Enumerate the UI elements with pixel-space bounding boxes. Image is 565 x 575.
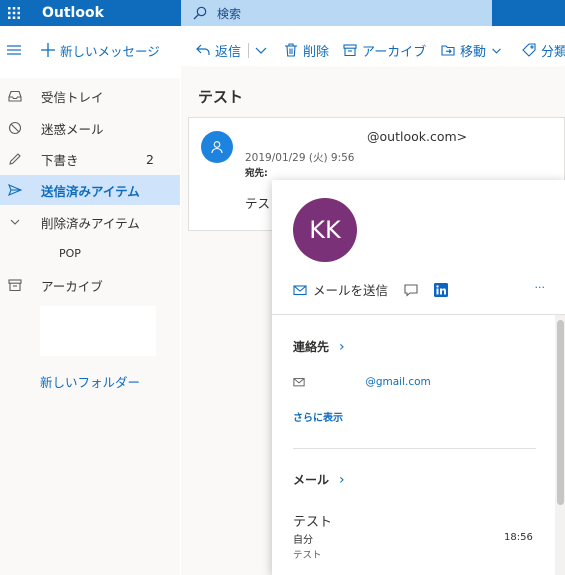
- new-folder-link[interactable]: 新しいフォルダー: [40, 372, 140, 391]
- blank-panel: [40, 306, 156, 356]
- divider: [248, 43, 249, 58]
- mail-time: 18:56: [504, 532, 533, 543]
- folder-deleted-items[interactable]: 削除済みアイテム: [0, 207, 180, 237]
- folder-count: 2: [146, 151, 154, 167]
- command-bar: 新しいメッセージ 返信 削除 アーカイブ 移動 分類: [0, 34, 565, 66]
- search-icon: [193, 6, 207, 20]
- scrollbar-thumb[interactable]: [557, 320, 564, 505]
- reply-options-button[interactable]: [254, 43, 273, 57]
- sender-avatar[interactable]: [201, 131, 233, 163]
- send-email-label: メールを送信: [313, 283, 389, 298]
- folder-label: 受信トレイ: [41, 89, 104, 105]
- new-message-button[interactable]: 新しいメッセージ: [41, 41, 160, 60]
- person-icon: [211, 141, 223, 154]
- delete-button[interactable]: 削除: [284, 41, 329, 60]
- folder-inbox[interactable]: 受信トレイ: [0, 81, 180, 111]
- folder-sent-items[interactable]: 送信済みアイテム: [0, 175, 180, 205]
- new-message-label: 新しいメッセージ: [60, 43, 160, 59]
- archive-button[interactable]: アーカイブ: [343, 41, 426, 60]
- search-placeholder: 検索: [217, 6, 242, 21]
- archive-icon: [343, 44, 357, 57]
- contact-email: @gmail.com: [365, 376, 431, 388]
- more-actions-button[interactable]: ···: [535, 281, 546, 294]
- contact-actions: メールを送信: [293, 280, 449, 299]
- recipient-line: 宛先:: [245, 165, 268, 179]
- show-more-link[interactable]: さらに表示: [293, 409, 343, 424]
- folder-pane: 受信トレイ 迷惑メール 下書き 2 送信済みアイテム 削除済みアイテム POP: [0, 78, 180, 575]
- app-brand[interactable]: Outlook: [42, 5, 166, 21]
- mail-heading: メール: [293, 473, 330, 487]
- categorize-label: 分類: [541, 44, 565, 60]
- inbox-icon: [8, 90, 22, 102]
- chevron-right-icon: ›: [339, 338, 345, 355]
- folder-drafts[interactable]: 下書き 2: [0, 144, 180, 174]
- chat-button[interactable]: [404, 283, 418, 297]
- move-folder-icon: [441, 45, 455, 56]
- reply-label: 返信: [215, 44, 242, 60]
- message-date: 2019/01/29 (火) 9:56: [245, 152, 355, 164]
- search-box[interactable]: 検索: [181, 0, 492, 26]
- app-launcher-button[interactable]: [0, 0, 28, 26]
- divider: [293, 448, 536, 449]
- trash-icon: [285, 43, 297, 57]
- contact-card: KK メールを送信 ··· 連絡先 › @gmail.com さらに表示 メール…: [272, 180, 565, 575]
- move-label: 移動: [460, 44, 487, 60]
- move-button[interactable]: 移動: [441, 41, 507, 60]
- chevron-down-icon: [492, 48, 501, 54]
- folder-label: 削除済みアイテム: [41, 215, 140, 231]
- folder-label: 下書き: [41, 152, 79, 168]
- folder-pop[interactable]: POP: [0, 238, 180, 268]
- chevron-down-icon: [255, 47, 267, 54]
- folder-label: POP: [59, 246, 81, 260]
- to-label: 宛先:: [245, 168, 268, 179]
- contact-email-row[interactable]: @gmail.com: [293, 376, 431, 388]
- chat-icon: [404, 283, 418, 297]
- folder-label: 迷惑メール: [41, 121, 104, 137]
- mail-subject: テスト: [293, 515, 333, 530]
- block-icon: [8, 121, 22, 135]
- divider: [272, 314, 565, 315]
- folder-archive[interactable]: アーカイブ: [0, 270, 180, 300]
- linkedin-button[interactable]: [434, 282, 449, 297]
- mail-sender: 自分: [293, 535, 313, 546]
- chevron-down-icon: [10, 219, 20, 225]
- contact-avatar: KK: [293, 198, 357, 262]
- reply-icon: [196, 44, 210, 55]
- folder-junk[interactable]: 迷惑メール: [0, 113, 180, 143]
- mail-section-header[interactable]: メール ›: [293, 471, 345, 488]
- linkedin-icon: [434, 282, 449, 297]
- mail-icon: [293, 284, 307, 295]
- message-subject: テスト: [198, 88, 244, 106]
- menu-toggle-button[interactable]: [7, 43, 26, 57]
- tag-icon: [522, 43, 536, 57]
- mail-icon: [293, 378, 305, 387]
- archive-label: アーカイブ: [362, 44, 427, 60]
- delete-label: 削除: [303, 44, 330, 60]
- chevron-right-icon: ›: [339, 471, 345, 488]
- hamburger-icon: [7, 45, 21, 55]
- categorize-button[interactable]: 分類: [522, 41, 565, 60]
- plus-icon: [41, 43, 55, 57]
- folder-label: アーカイブ: [41, 278, 103, 294]
- folder-label: 送信済みアイテム: [41, 183, 140, 199]
- mail-preview: テスト: [293, 550, 322, 561]
- contact-heading: 連絡先: [293, 340, 330, 354]
- reply-button[interactable]: 返信: [196, 41, 241, 60]
- send-icon: [8, 183, 22, 197]
- waffle-icon: [8, 7, 20, 19]
- sender-address[interactable]: @outlook.com>: [367, 129, 467, 144]
- contact-section-header[interactable]: 連絡先 ›: [293, 338, 345, 355]
- send-email-button[interactable]: メールを送信: [293, 280, 388, 299]
- top-bar: Outlook 検索: [0, 0, 565, 26]
- pencil-icon: [9, 153, 21, 165]
- archive-icon: [8, 279, 22, 292]
